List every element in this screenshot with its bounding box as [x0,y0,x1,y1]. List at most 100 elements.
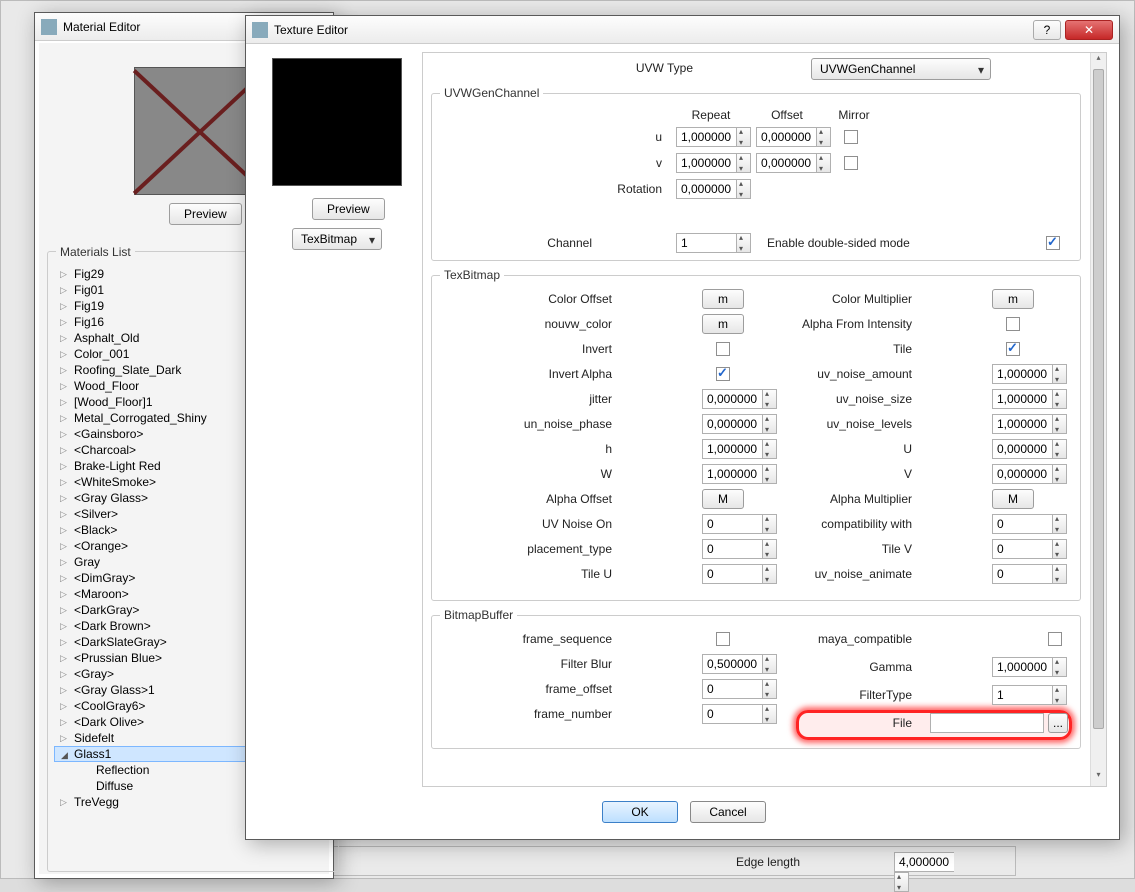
frame_number-label: frame_number [492,707,612,721]
materials-list-title: Materials List [56,245,135,259]
w-input[interactable] [702,464,778,484]
alpha_from_int-checkbox[interactable] [1006,317,1020,331]
compat-input[interactable] [992,514,1068,534]
color_mult-label: Color Multiplier [792,292,912,306]
repeat-header: Repeat [686,108,736,122]
jitter-input[interactable] [702,389,778,409]
maya_compatible-label: maya_compatible [792,632,912,646]
u-input[interactable] [992,439,1068,459]
v-input[interactable] [992,464,1068,484]
rotation-label: Rotation [602,182,662,196]
filter_type-input[interactable] [992,685,1068,705]
v-offset-input[interactable] [756,153,832,173]
nouvw_color-label: nouvw_color [492,317,612,331]
uv_noise_amount-input[interactable] [992,364,1068,384]
un_noise_phase-label: un_noise_phase [492,417,612,431]
texture-preview-button[interactable]: Preview [312,198,385,220]
u-mirror-checkbox[interactable] [844,130,858,144]
uvw-type-combo[interactable]: UVWGenChannel [811,58,991,80]
uv_noise_size-label: uv_noise_size [792,392,912,406]
invert-label: Invert [492,342,612,356]
v-label: v [632,156,662,170]
texture-editor-window: Texture Editor ? ✕ Preview TexBitmap UVW… [245,15,1120,840]
uv_noise_amount-label: uv_noise_amount [792,367,912,381]
frame_sequence-label: frame_sequence [492,632,612,646]
color_mult-map-button[interactable]: m [992,289,1034,309]
invert_alpha-checkbox[interactable] [716,367,730,381]
tile_v-label: Tile V [792,542,912,556]
frame_offset-label: frame_offset [492,682,612,696]
uvw-group-legend: UVWGenChannel [440,86,543,100]
u-label: U [792,442,912,456]
texbitmap-group: TexBitmap Color Offsetmnouvw_colormInver… [431,275,1081,601]
texbitmap-legend: TexBitmap [440,268,504,282]
invert-checkbox[interactable] [716,342,730,356]
offset-header: Offset [762,108,812,122]
u-label: u [632,130,662,144]
alpha_mult-label: Alpha Multiplier [792,492,912,506]
w-label: W [492,467,612,481]
v-repeat-input[interactable] [676,153,752,173]
file-label: File [792,716,912,730]
u-offset-input[interactable] [756,127,832,147]
right-panel-scrollbar[interactable] [1090,53,1106,786]
uv_noise_levels-label: uv_noise_levels [792,417,912,431]
uv_noise_on-label: UV Noise On [492,517,612,531]
uvw-type-label: UVW Type [573,61,693,75]
filter_type-label: FilterType [792,688,912,702]
cancel-button[interactable]: Cancel [690,801,766,823]
maya_compatible-checkbox[interactable] [1048,632,1062,646]
close-button[interactable]: ✕ [1065,20,1113,40]
filter_blur-label: Filter Blur [492,657,612,671]
tile-label: Tile [792,342,912,356]
ok-button[interactable]: OK [602,801,678,823]
tile_u-label: Tile U [492,567,612,581]
bitmap-group: BitmapBuffer frame_sequenceFilter Blurfr… [431,615,1081,749]
frame_sequence-checkbox[interactable] [716,632,730,646]
compat-label: compatibility with [792,517,912,531]
color_offset-map-button[interactable]: m [702,289,744,309]
app-icon [252,22,268,38]
nouvw_color-map-button[interactable]: m [702,314,744,334]
un_noise_phase-input[interactable] [702,414,778,434]
file-input[interactable] [930,713,1044,733]
texture-preview [272,58,402,186]
tile_u-input[interactable] [702,564,778,584]
filter_blur-input[interactable] [702,654,778,674]
alpha_offset-map-button[interactable]: M [702,489,744,509]
tile-checkbox[interactable] [1006,342,1020,356]
bitmap-legend: BitmapBuffer [440,608,517,622]
channel-label: Channel [512,236,592,250]
tile_v-input[interactable] [992,539,1068,559]
doublesided-checkbox[interactable] [1046,236,1060,250]
frame_number-input[interactable] [702,704,778,724]
gamma-label: Gamma [792,660,912,674]
color_offset-label: Color Offset [492,292,612,306]
h-label: h [492,442,612,456]
invert_alpha-label: Invert Alpha [492,367,612,381]
h-input[interactable] [702,439,778,459]
uv_noise_size-input[interactable] [992,389,1068,409]
uv_noise_on-input[interactable] [702,514,778,534]
mirror-header: Mirror [834,108,874,122]
doublesided-label: Enable double-sided mode [767,236,927,250]
uv_noise_animate-label: uv_noise_animate [792,567,912,581]
frame_offset-input[interactable] [702,679,778,699]
channel-input[interactable] [676,233,752,253]
v-mirror-checkbox[interactable] [844,156,858,170]
alpha_mult-map-button[interactable]: M [992,489,1034,509]
gamma-input[interactable] [992,657,1068,677]
u-repeat-input[interactable] [676,127,752,147]
texture-type-combo[interactable]: TexBitmap [292,228,382,250]
uv_noise_levels-input[interactable] [992,414,1068,434]
uv_noise_animate-input[interactable] [992,564,1068,584]
bg-edge-length-input[interactable] [894,852,970,872]
file-browse-button[interactable]: ... [1048,713,1068,733]
help-button[interactable]: ? [1033,20,1061,40]
material-preview-button[interactable]: Preview [169,203,242,225]
texture-editor-title: Texture Editor [274,16,348,44]
rotation-input[interactable] [676,179,752,199]
alpha_offset-label: Alpha Offset [492,492,612,506]
placement_type-input[interactable] [702,539,778,559]
v-label: V [792,467,912,481]
